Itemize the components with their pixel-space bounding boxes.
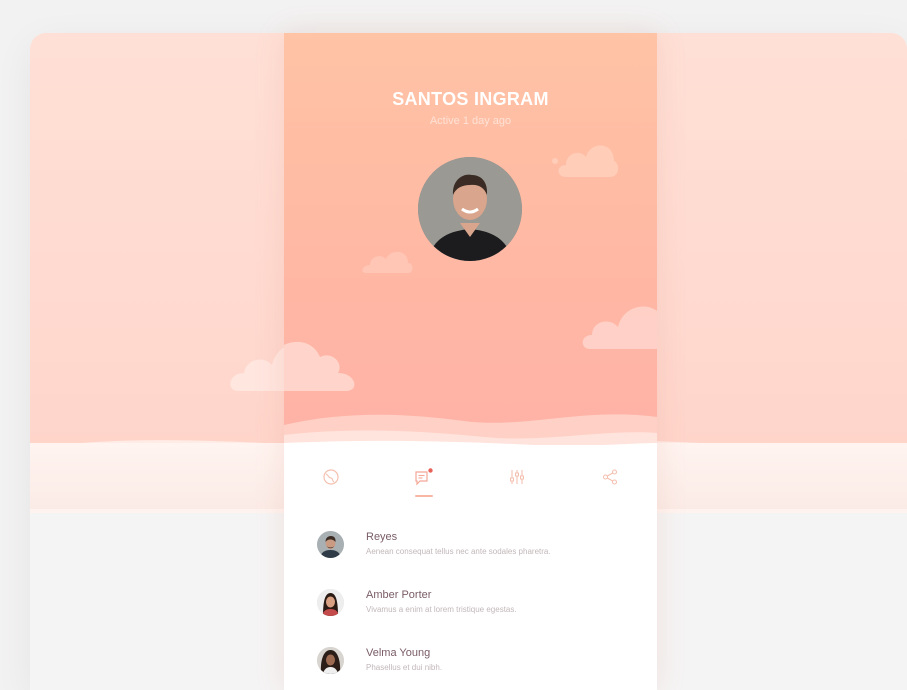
- globe-icon: [323, 469, 339, 485]
- profile-photo: [418, 157, 522, 261]
- profile-screen: SANTOS INGRAM Active 1 day ago Reyes Aen…: [284, 33, 657, 690]
- list-item[interactable]: Velma Young Phasellus et dui nibh.: [284, 625, 657, 683]
- cloud-top-right: [552, 145, 618, 177]
- contact-message: Aenean consequat tellus nec ante sodales…: [366, 547, 551, 556]
- chat-notification-icon: [415, 468, 433, 486]
- profile-avatar[interactable]: [418, 157, 522, 261]
- avatar: [317, 589, 344, 616]
- profile-name: SANTOS INGRAM: [392, 89, 549, 109]
- tab-chat[interactable]: [404, 457, 444, 497]
- list-item[interactable]: Amber Porter Vivamus a enim at lorem tri…: [284, 567, 657, 625]
- contact-name: Reyes: [366, 531, 398, 543]
- sliders-icon: [510, 470, 525, 484]
- profile-tabs: [284, 445, 657, 509]
- contact-name: Amber Porter: [366, 589, 432, 601]
- avatar: [317, 647, 344, 674]
- tab-share[interactable]: [590, 457, 630, 497]
- profile-status: Active 1 day ago: [429, 115, 512, 127]
- contact-message: Vivamus a enim at lorem tristique egesta…: [366, 605, 517, 614]
- contact-name: Velma Young: [366, 647, 431, 659]
- cloud-mid-left: [362, 251, 413, 273]
- tab-globe[interactable]: [311, 457, 351, 497]
- share-icon: [603, 469, 618, 485]
- contact-message: Phasellus et dui nibh.: [366, 663, 443, 672]
- cloud-right: [582, 306, 657, 349]
- contact-list: Reyes Aenean consequat tellus nec ante s…: [284, 509, 657, 683]
- tab-settings[interactable]: [497, 457, 537, 497]
- profile-header: SANTOS INGRAM Active 1 day ago: [284, 33, 657, 455]
- avatar: [317, 531, 344, 558]
- cloud-center-left: [284, 341, 355, 391]
- list-item[interactable]: Reyes Aenean consequat tellus nec ante s…: [284, 509, 657, 567]
